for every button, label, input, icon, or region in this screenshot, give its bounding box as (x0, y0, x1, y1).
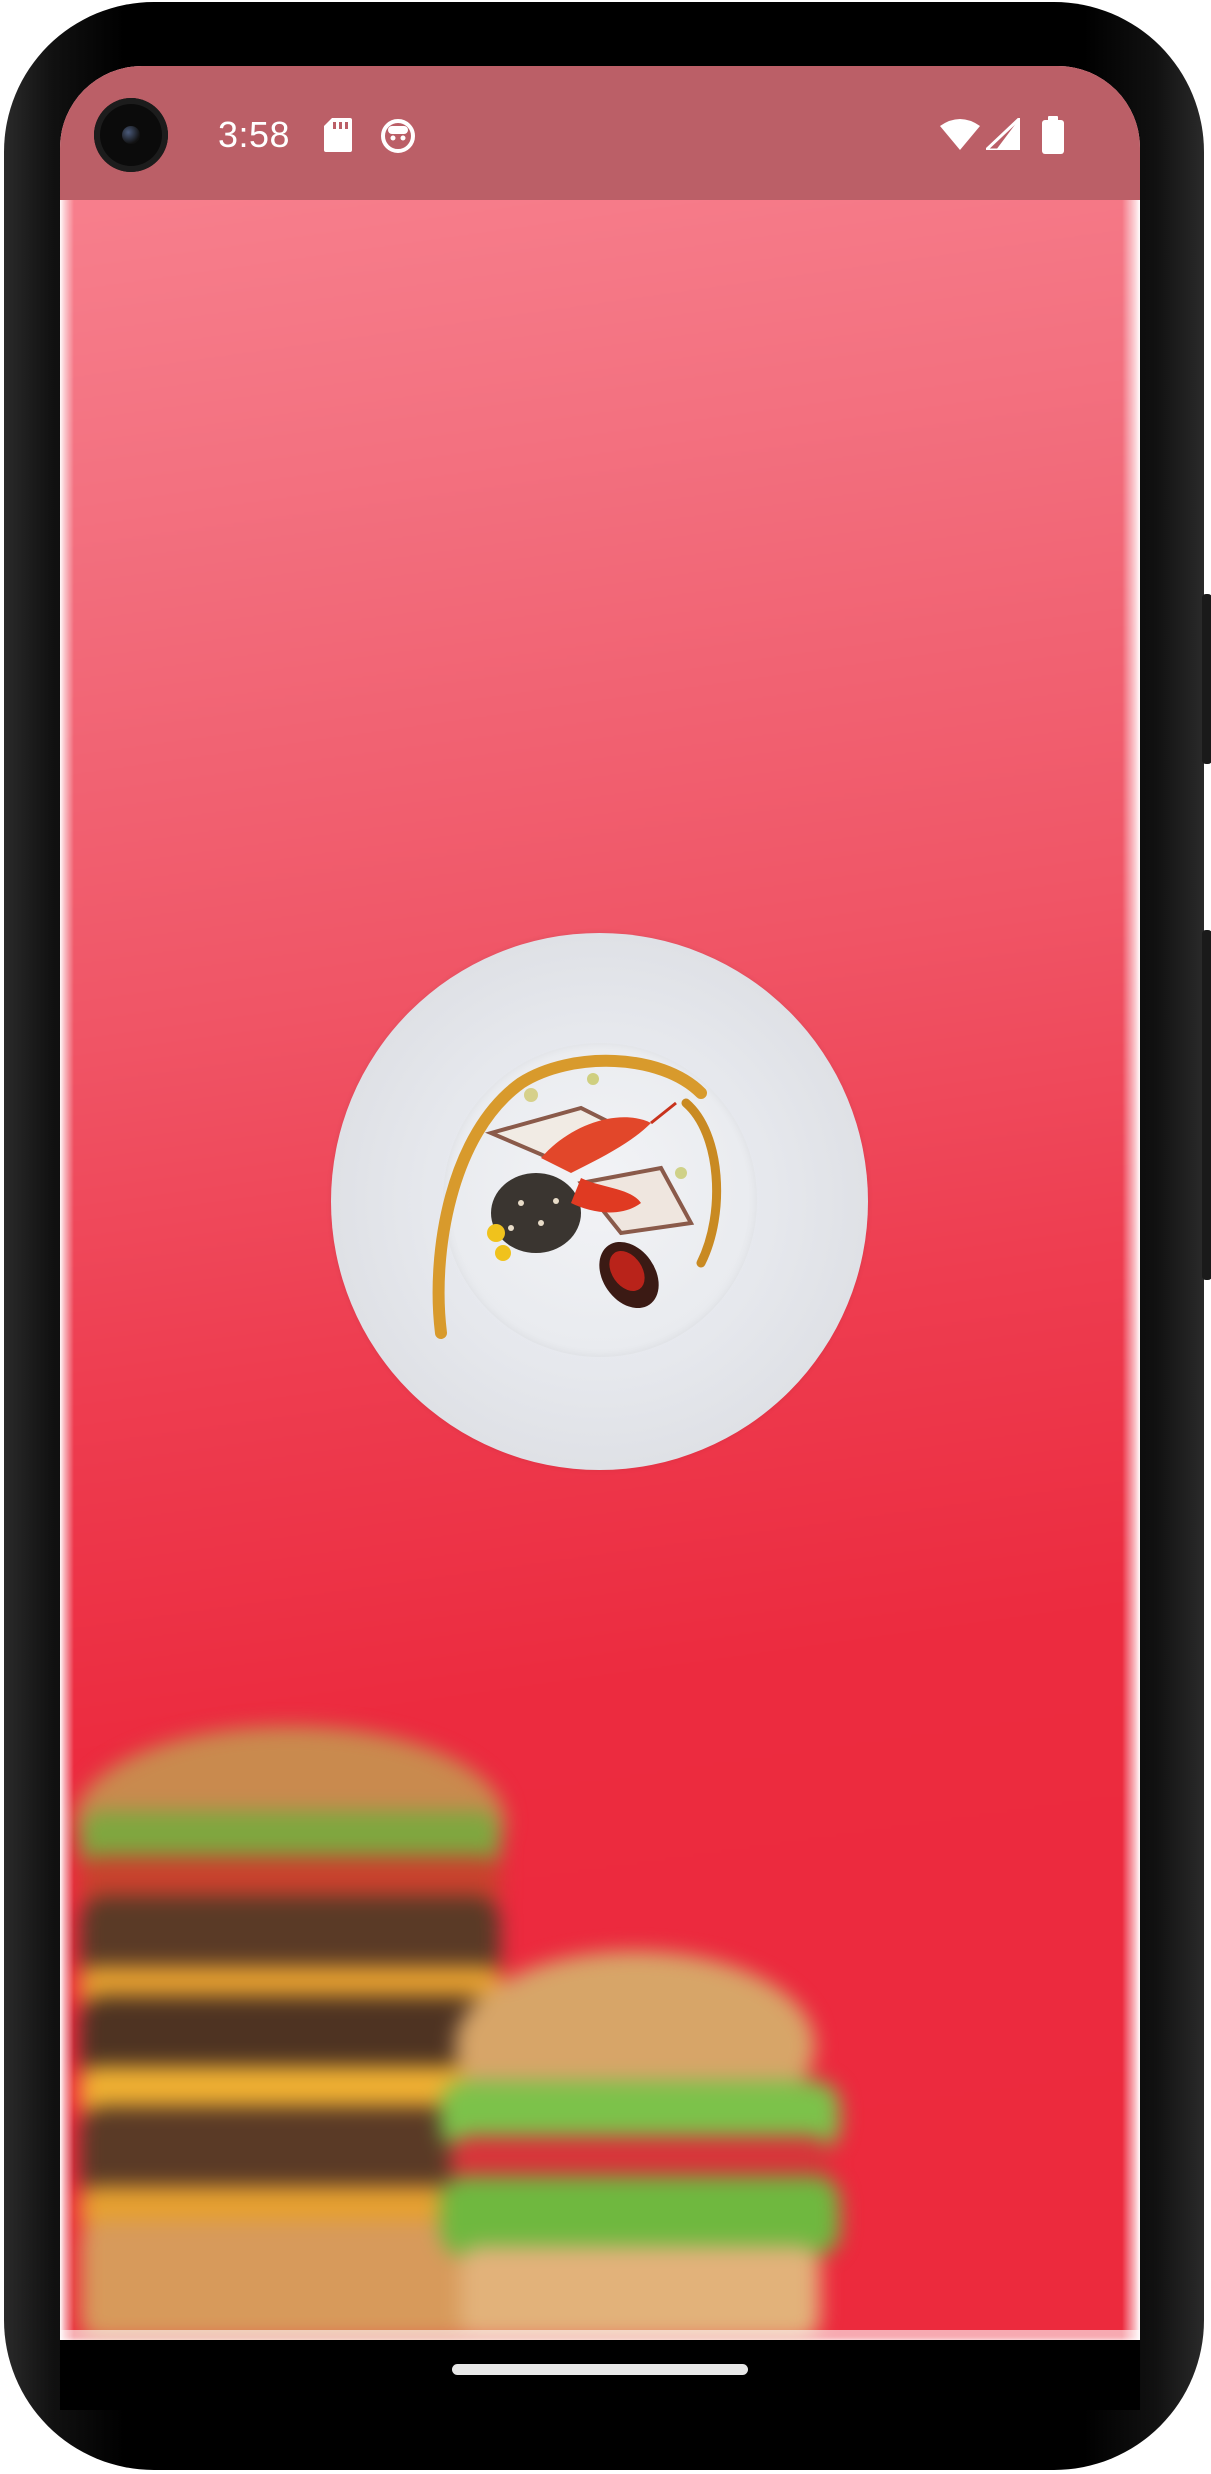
screen-bottom-edge (60, 2330, 1140, 2340)
front-camera (94, 98, 168, 172)
app-logo-plate (331, 933, 868, 1470)
burgers-background-image (75, 1726, 840, 2340)
screen-edge-left (60, 196, 74, 2340)
wifi-icon (940, 119, 980, 150)
screen: 3:58 (60, 66, 1140, 2340)
volume-button (1202, 930, 1211, 1280)
cell-signal-icon (986, 118, 1020, 150)
screen-edge-right (1122, 196, 1140, 2340)
sd-card-icon (324, 118, 352, 152)
battery-icon (1042, 116, 1064, 154)
navigation-bar (60, 2340, 1140, 2410)
face-icon (381, 119, 415, 153)
status-time: 3:58 (218, 114, 291, 155)
status-bar: 3:58 (60, 66, 1140, 200)
dish-food-icon (432, 1054, 722, 1339)
power-button (1202, 594, 1211, 764)
home-gesture-handle[interactable] (452, 2364, 748, 2375)
